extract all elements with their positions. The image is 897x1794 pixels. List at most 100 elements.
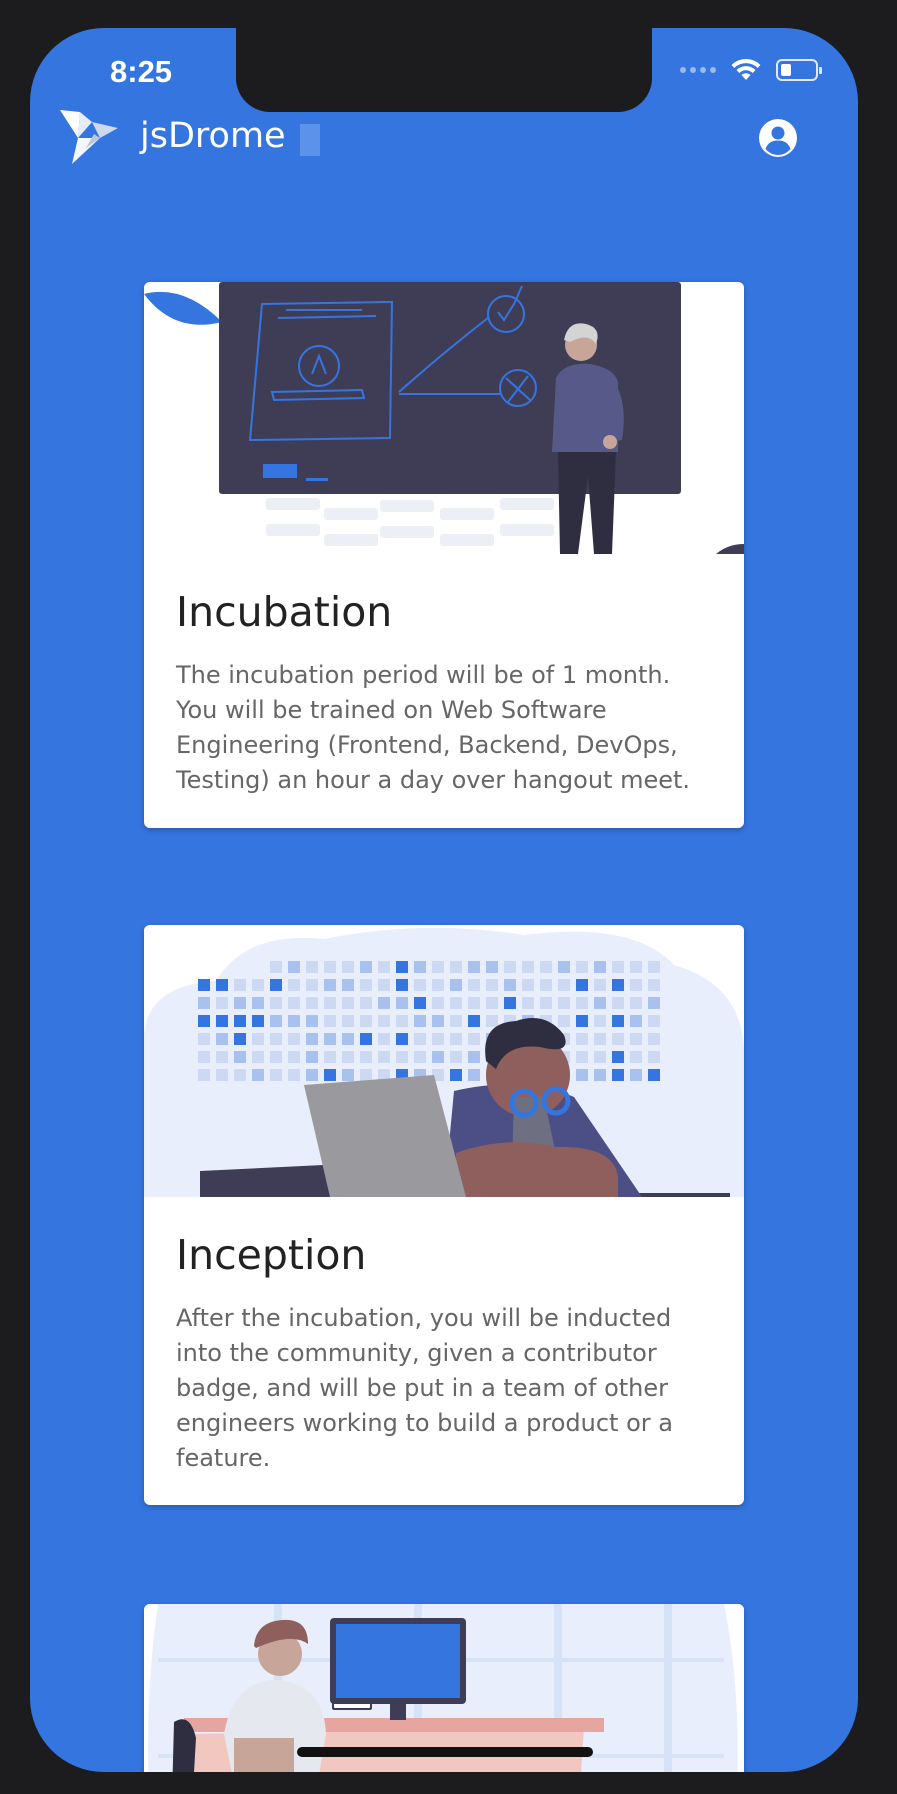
grid-cell xyxy=(612,961,624,973)
card-title: Incubation xyxy=(176,588,393,636)
grid-cell xyxy=(306,1033,318,1045)
grid-cell xyxy=(324,997,336,1009)
grid-cell xyxy=(198,997,210,1009)
grid-cell xyxy=(360,961,372,973)
grid-cell xyxy=(342,1069,354,1081)
grid-cell xyxy=(306,997,318,1009)
grid-cell xyxy=(594,997,606,1009)
grid-cell xyxy=(396,1015,408,1027)
grid-cell xyxy=(558,979,570,991)
grid-cell xyxy=(648,1069,660,1081)
grid-cell xyxy=(198,1051,210,1063)
battery-icon xyxy=(776,59,822,81)
grid-cell xyxy=(342,1033,354,1045)
grid-cell xyxy=(324,1015,336,1027)
grid-cell xyxy=(216,979,228,991)
grid-cell xyxy=(360,1033,372,1045)
grid-cell xyxy=(288,961,300,973)
grid-cell xyxy=(558,961,570,973)
grid-cell xyxy=(342,961,354,973)
grid-cell xyxy=(378,1015,390,1027)
grid-cell xyxy=(270,979,282,991)
grid-cell xyxy=(306,961,318,973)
card-body: The incubation period will be of 1 month… xyxy=(176,661,691,794)
grid-cell xyxy=(450,1051,462,1063)
status-time: 8:25 xyxy=(110,54,173,89)
grid-cell xyxy=(468,1069,480,1081)
origami-bird-icon[interactable] xyxy=(60,108,118,164)
grid-cell xyxy=(594,1015,606,1027)
grid-cell xyxy=(468,1033,480,1045)
grid-cell xyxy=(486,961,498,973)
grid-cell xyxy=(360,979,372,991)
grid-cell xyxy=(576,1015,588,1027)
developer-laptop-illustration xyxy=(144,925,744,1197)
grid-cell xyxy=(234,1069,246,1081)
grid-cell xyxy=(486,997,498,1009)
grid-cell xyxy=(360,1069,372,1081)
grid-cell xyxy=(612,1069,624,1081)
grid-cell xyxy=(342,979,354,991)
account-circle-icon[interactable] xyxy=(758,118,798,158)
grid-cell xyxy=(288,1033,300,1045)
grid-cell xyxy=(396,979,408,991)
home-indicator[interactable] xyxy=(297,1747,593,1757)
teacher-blackboard-illustration xyxy=(144,282,744,554)
grid-cell xyxy=(468,1051,480,1063)
grid-cell xyxy=(432,1015,444,1027)
grid-cell xyxy=(252,1051,264,1063)
app-bar: jsDrome xyxy=(30,104,858,184)
grid-cell xyxy=(648,979,660,991)
grid-cell xyxy=(414,1033,426,1045)
grid-cell xyxy=(432,979,444,991)
grid-cell xyxy=(432,1033,444,1045)
grid-cell xyxy=(594,1051,606,1063)
grid-cell xyxy=(396,1051,408,1063)
grid-cell xyxy=(630,961,642,973)
grid-cell xyxy=(450,997,462,1009)
grid-cell xyxy=(522,961,534,973)
grid-cell xyxy=(234,997,246,1009)
grid-cell xyxy=(288,1051,300,1063)
grid-cell xyxy=(432,961,444,973)
grid-cell xyxy=(648,1033,660,1045)
grid-cell xyxy=(324,1051,336,1063)
grid-cell xyxy=(216,1015,228,1027)
grid-cell xyxy=(270,1033,282,1045)
grid-cell xyxy=(324,961,336,973)
grid-cell xyxy=(414,979,426,991)
grid-cell xyxy=(468,979,480,991)
status-icons xyxy=(680,58,822,82)
grid-cell xyxy=(234,1033,246,1045)
grid-cell xyxy=(360,997,372,1009)
card-title: Inception xyxy=(176,1231,367,1279)
grid-cell xyxy=(450,1069,462,1081)
wifi-icon xyxy=(731,58,761,80)
cellular-signal-icon xyxy=(680,67,716,73)
grid-cell xyxy=(540,961,552,973)
grid-cell xyxy=(414,1015,426,1027)
grid-cell xyxy=(450,1015,462,1027)
card-inception[interactable]: Inception After the incubation, you will… xyxy=(144,925,744,1505)
card-body: After the incubation, you will be induct… xyxy=(176,1304,673,1472)
grid-cell xyxy=(432,1051,444,1063)
grid-cell xyxy=(270,1051,282,1063)
grid-cell xyxy=(360,1015,372,1027)
grid-cell xyxy=(468,997,480,1009)
grid-cell xyxy=(378,997,390,1009)
grid-cell xyxy=(378,979,390,991)
grid-cell xyxy=(216,997,228,1009)
grid-cell xyxy=(522,997,534,1009)
grid-cell xyxy=(486,979,498,991)
grid-cell xyxy=(252,1069,264,1081)
grid-cell xyxy=(306,979,318,991)
card-incubation[interactable]: Incubation The incubation period will be… xyxy=(144,282,744,828)
grid-cell xyxy=(630,1033,642,1045)
grid-cell xyxy=(648,1051,660,1063)
grid-cell xyxy=(594,1069,606,1081)
grid-cell xyxy=(612,997,624,1009)
grid-cell xyxy=(414,1051,426,1063)
grid-cell xyxy=(198,979,210,991)
grid-cell xyxy=(576,1033,588,1045)
grid-cell xyxy=(540,979,552,991)
